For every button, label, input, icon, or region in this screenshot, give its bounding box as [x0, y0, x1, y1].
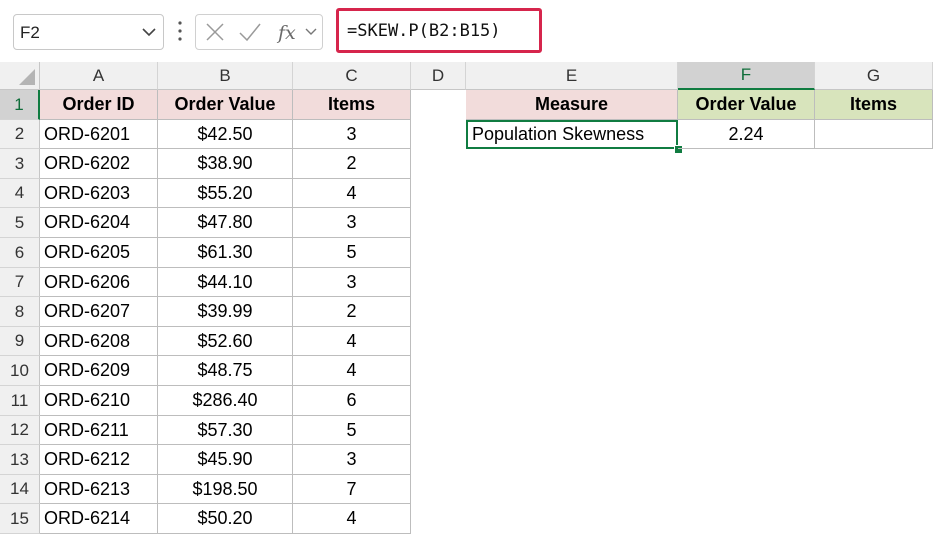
name-box[interactable]: F2 — [13, 14, 164, 50]
column-header-d[interactable]: D — [411, 62, 466, 90]
row-header-1[interactable]: 1 — [0, 90, 40, 120]
table-cell[interactable]: $50.20 — [158, 504, 293, 534]
table-cell[interactable]: ORD-6207 — [40, 297, 158, 327]
formula-input-extension[interactable] — [548, 14, 933, 50]
table-cell[interactable]: ORD-6210 — [40, 386, 158, 416]
summary-header: Order Value — [678, 90, 815, 120]
table-cell[interactable]: ORD-6203 — [40, 179, 158, 208]
row-header-11[interactable]: 11 — [0, 386, 40, 416]
row-header-14[interactable]: 14 — [0, 475, 40, 504]
table-cell[interactable]: ORD-6213 — [40, 475, 158, 504]
row-header-6[interactable]: 6 — [0, 238, 40, 268]
summary-cell[interactable] — [815, 120, 933, 149]
table-cell[interactable]: ORD-6209 — [40, 356, 158, 386]
table-cell[interactable]: ORD-6206 — [40, 268, 158, 297]
table-header: Order ID — [40, 90, 158, 120]
table-cell[interactable]: $38.90 — [158, 149, 293, 179]
row-header-13[interactable]: 13 — [0, 445, 40, 475]
table-cell[interactable]: $286.40 — [158, 386, 293, 416]
table-cell[interactable]: 5 — [293, 416, 411, 445]
table-cell[interactable]: ORD-6214 — [40, 504, 158, 534]
table-cell[interactable]: $61.30 — [158, 238, 293, 268]
summary-header: Measure — [466, 90, 678, 120]
table-cell[interactable]: $52.60 — [158, 327, 293, 356]
cancel-icon[interactable] — [204, 21, 226, 43]
table-cell[interactable]: 2 — [293, 297, 411, 327]
row-header-5[interactable]: 5 — [0, 208, 40, 238]
row-header-3[interactable]: 3 — [0, 149, 40, 179]
row-header-15[interactable]: 15 — [0, 504, 40, 534]
table-cell[interactable]: 3 — [293, 120, 411, 149]
table-cell[interactable]: $44.10 — [158, 268, 293, 297]
column-header-b[interactable]: B — [158, 62, 293, 90]
table-cell[interactable]: $48.75 — [158, 356, 293, 386]
table-cell[interactable]: 3 — [293, 445, 411, 475]
table-cell[interactable]: 5 — [293, 238, 411, 268]
table-cell[interactable]: 3 — [293, 208, 411, 238]
table-cell[interactable]: 7 — [293, 475, 411, 504]
row-header-8[interactable]: 8 — [0, 297, 40, 327]
table-cell[interactable]: 4 — [293, 356, 411, 386]
table-cell[interactable]: 3 — [293, 268, 411, 297]
table-header: Items — [293, 90, 411, 120]
table-cell[interactable]: 4 — [293, 327, 411, 356]
expand-chevron-icon[interactable] — [304, 21, 318, 43]
column-header-e[interactable]: E — [466, 62, 678, 90]
svg-text:fx: fx — [276, 22, 296, 44]
table-cell[interactable]: 2 — [293, 149, 411, 179]
table-cell[interactable]: $57.30 — [158, 416, 293, 445]
fx-icon[interactable]: fx — [276, 21, 302, 45]
table-cell[interactable]: 4 — [293, 179, 411, 208]
formula-bar: F2 fx =SKEW.P(B2:B15) — [0, 0, 933, 64]
table-cell[interactable]: ORD-6208 — [40, 327, 158, 356]
formula-text: =SKEW.P(B2:B15) — [347, 21, 501, 41]
row-header-12[interactable]: 12 — [0, 416, 40, 445]
table-cell[interactable]: ORD-6201 — [40, 120, 158, 149]
table-cell[interactable]: ORD-6211 — [40, 416, 158, 445]
row-header-7[interactable]: 7 — [0, 268, 40, 297]
table-cell[interactable]: ORD-6212 — [40, 445, 158, 475]
name-box-value: F2 — [20, 23, 40, 42]
formula-input[interactable]: =SKEW.P(B2:B15) — [336, 8, 542, 53]
table-cell[interactable]: ORD-6204 — [40, 208, 158, 238]
select-all-triangle-icon — [19, 69, 35, 85]
formula-actions: fx — [195, 14, 323, 50]
chevron-down-icon[interactable] — [141, 23, 157, 41]
more-options-icon[interactable] — [178, 20, 182, 42]
table-cell[interactable]: $45.90 — [158, 445, 293, 475]
column-header-f[interactable]: F — [678, 62, 815, 90]
column-header-c[interactable]: C — [293, 62, 411, 90]
column-header-a[interactable]: A — [40, 62, 158, 90]
select-all-corner[interactable] — [0, 62, 40, 90]
checkmark-icon[interactable] — [238, 21, 262, 43]
row-header-2[interactable]: 2 — [0, 120, 40, 149]
table-cell[interactable]: $198.50 — [158, 475, 293, 504]
summary-cell[interactable]: Population Skewness — [466, 120, 678, 149]
table-cell[interactable]: ORD-6202 — [40, 149, 158, 179]
column-header-g[interactable]: G — [815, 62, 933, 90]
row-header-4[interactable]: 4 — [0, 179, 40, 208]
table-cell[interactable]: $42.50 — [158, 120, 293, 149]
summary-header: Items — [815, 90, 933, 120]
table-header: Order Value — [158, 90, 293, 120]
row-header-10[interactable]: 10 — [0, 356, 40, 386]
table-cell[interactable]: ORD-6205 — [40, 238, 158, 268]
table-cell[interactable]: $47.80 — [158, 208, 293, 238]
table-cell[interactable]: 6 — [293, 386, 411, 416]
table-cell[interactable]: $55.20 — [158, 179, 293, 208]
row-header-9[interactable]: 9 — [0, 327, 40, 356]
table-cell[interactable]: 4 — [293, 504, 411, 534]
table-cell[interactable]: $39.99 — [158, 297, 293, 327]
active-cell-f2[interactable]: 2.24 — [678, 120, 815, 149]
